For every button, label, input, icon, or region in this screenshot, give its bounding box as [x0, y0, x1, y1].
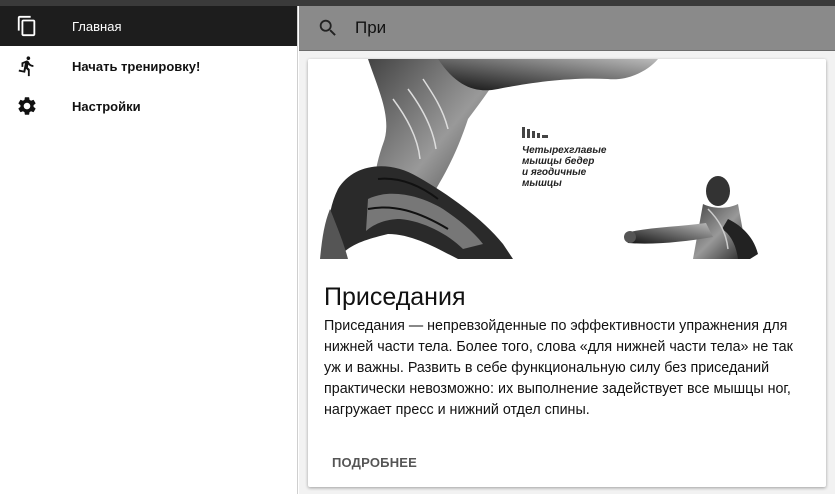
- sidebar: Главная Начать тренировку! Настройки: [0, 6, 298, 494]
- main-content: Четырехглавые мышцы бедер и ягодичные мы…: [299, 6, 835, 494]
- caption-line: мышцы бедер: [522, 156, 595, 167]
- sidebar-item-home[interactable]: Главная: [0, 6, 297, 46]
- window-top-border: [0, 0, 835, 6]
- chart-icon: [522, 127, 548, 138]
- more-button[interactable]: ПОДРОБНЕЕ: [324, 447, 425, 477]
- search-icon[interactable]: [317, 17, 339, 39]
- search-bar: [299, 6, 835, 51]
- exercise-card: Четырехглавые мышцы бедер и ягодичные мы…: [308, 59, 826, 487]
- caption-line: мышцы: [522, 178, 562, 189]
- caption-line: и ягодичные: [522, 167, 587, 178]
- sidebar-item-settings[interactable]: Настройки: [0, 86, 297, 126]
- card-description: Приседания — непревзойденные по эффектив…: [324, 318, 793, 418]
- search-input[interactable]: [355, 14, 795, 42]
- sidebar-item-label: Настройки: [72, 99, 141, 114]
- sidebar-item-start-workout[interactable]: Начать тренировку!: [0, 46, 297, 86]
- gear-icon: [18, 97, 36, 115]
- image-caption: Четырехглавые мышцы бедер и ягодичные мы…: [522, 145, 632, 189]
- sidebar-item-label: Начать тренировку!: [72, 59, 201, 74]
- exercise-illustration: Четырехглавые мышцы бедер и ягодичные мы…: [308, 59, 826, 259]
- sidebar-item-label: Главная: [72, 19, 122, 34]
- copy-icon: [17, 15, 36, 37]
- caption-line: Четырехглавые: [522, 145, 607, 156]
- card-title: Приседания: [324, 283, 466, 311]
- run-icon: [18, 56, 34, 77]
